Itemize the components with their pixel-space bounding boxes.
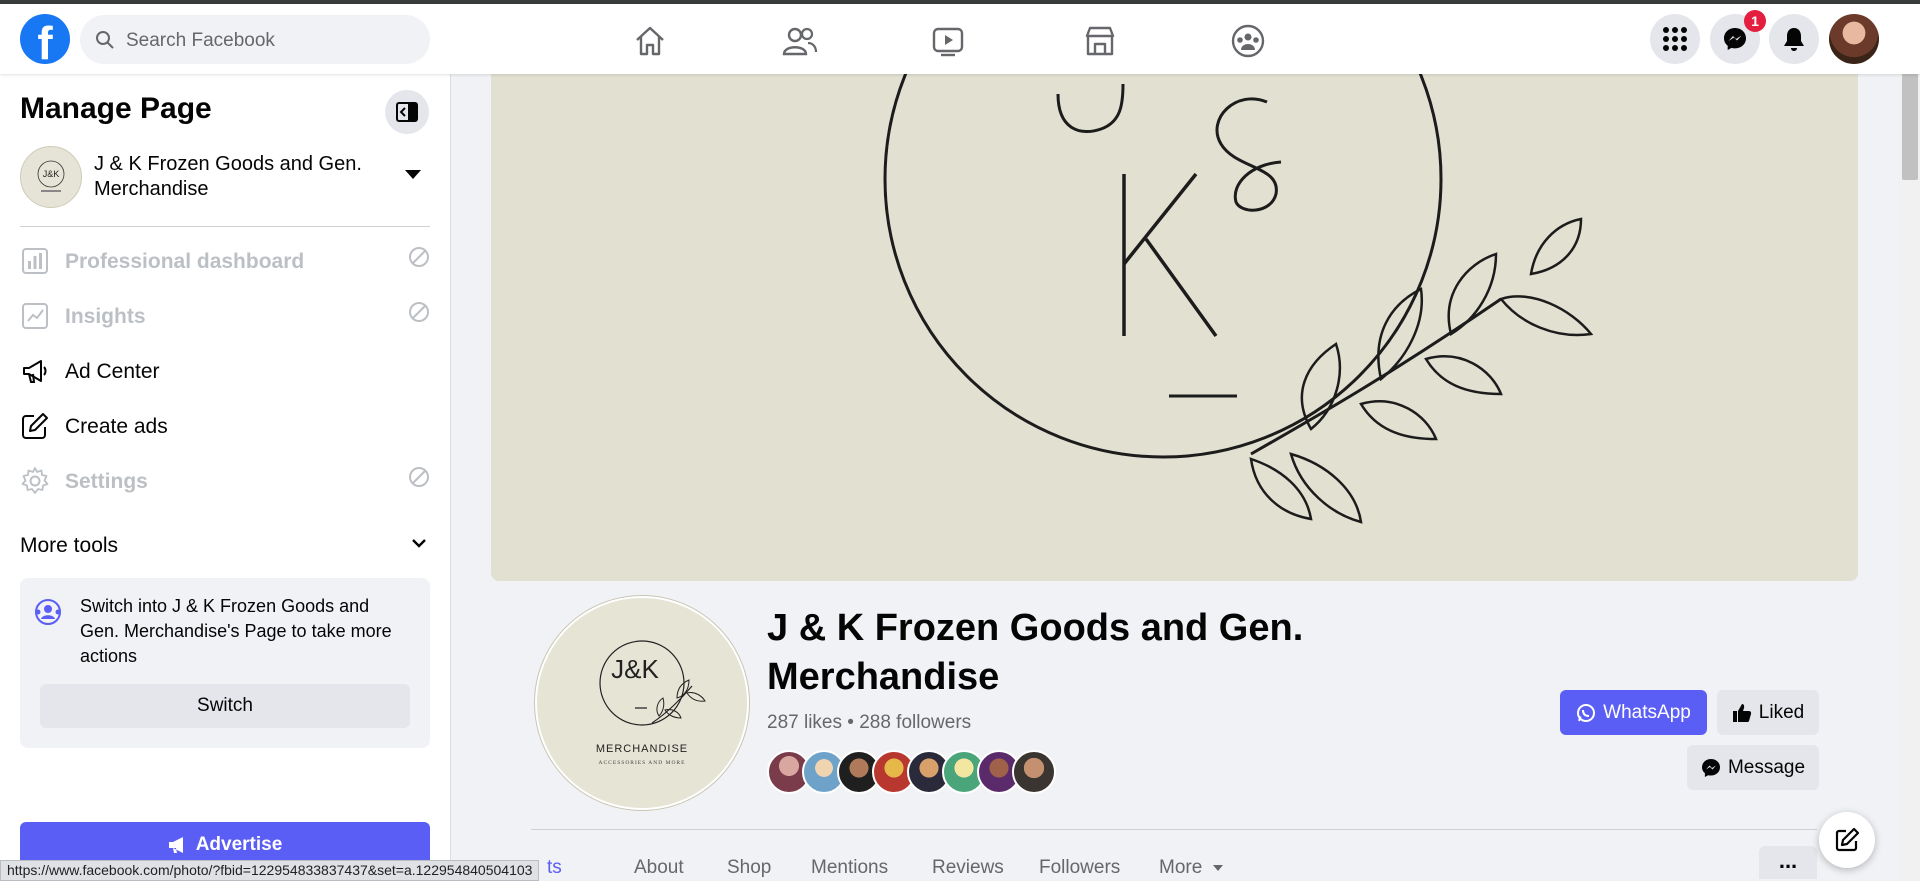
- nav-groups[interactable]: [1208, 16, 1288, 66]
- facebook-logo[interactable]: f: [20, 14, 70, 64]
- unavailable-icon: [409, 247, 429, 267]
- cover-photo[interactable]: [491, 74, 1858, 581]
- marketplace-icon: [1085, 26, 1115, 56]
- groups-icon: [1231, 24, 1265, 58]
- sidebar-item-label: Insights: [65, 305, 146, 328]
- account-avatar[interactable]: [1829, 14, 1879, 64]
- logo-letters: J&K: [611, 654, 659, 684]
- sidebar-collapse-icon: [396, 102, 418, 122]
- sidebar-item-create-ads[interactable]: Create ads: [20, 401, 434, 451]
- page-name: J & K Frozen Goods and Gen. Merchandise: [94, 153, 362, 200]
- more-options-button[interactable]: ...: [1759, 846, 1817, 879]
- switch-profile-icon: [35, 599, 61, 625]
- link-status-bar: https://www.facebook.com/photo/?fbid=122…: [0, 860, 540, 881]
- messenger-icon: [1701, 758, 1720, 777]
- liked-label: Liked: [1758, 701, 1805, 723]
- chevron-down-icon: [412, 539, 426, 548]
- unavailable-icon: [409, 302, 429, 322]
- switch-button[interactable]: Switch: [40, 684, 410, 728]
- watch-icon: [932, 27, 964, 57]
- collapse-sidebar-button[interactable]: [385, 90, 429, 134]
- tab-followers[interactable]: Followers: [1039, 857, 1120, 879]
- whatsapp-label: WhatsApp: [1603, 701, 1691, 723]
- edit-icon: [22, 413, 48, 439]
- cover-logo-graphic: [883, 74, 1594, 524]
- sidebar-item-ad-center[interactable]: Ad Center: [20, 346, 434, 396]
- sidebar-item-label: Ad Center: [65, 360, 160, 383]
- sidebar-item-label: Professional dashboard: [65, 250, 305, 273]
- sidebar-item-label: Settings: [65, 470, 148, 493]
- page-title: J & K Frozen Goods and Gen. Merchandise: [767, 607, 1304, 698]
- switch-profile-card: Switch into J & K Frozen Goods and Gen. …: [20, 578, 430, 748]
- dashboard-icon: [22, 248, 48, 274]
- home-icon: [636, 26, 664, 56]
- dropdown-caret-icon: [405, 170, 421, 179]
- messenger-button[interactable]: 1: [1710, 10, 1766, 64]
- tab-posts[interactable]: ts: [547, 857, 562, 879]
- nav-marketplace[interactable]: [1060, 16, 1140, 66]
- messenger-icon: [1724, 28, 1746, 50]
- bell-icon: [1784, 28, 1804, 51]
- likes-followers-count[interactable]: 287 likes • 288 followers: [767, 712, 971, 734]
- nav-watch[interactable]: [908, 16, 988, 66]
- friends-icon: [782, 27, 818, 56]
- avatar[interactable]: [1012, 750, 1056, 794]
- compose-icon: [1835, 827, 1860, 852]
- page-avatar: J&K: [20, 146, 82, 208]
- liked-button[interactable]: Liked: [1717, 690, 1819, 735]
- manage-page-sidebar: Manage Page J&K J & K Frozen Goods and G…: [0, 74, 451, 879]
- message-button[interactable]: Message: [1687, 745, 1819, 790]
- sidebar-item-label: Create ads: [65, 415, 168, 438]
- profile-logo-graphic: J&K MERCHANDISE ACCESSORIES AND MORE: [596, 640, 706, 766]
- megaphone-icon: [23, 360, 47, 383]
- nav-friends[interactable]: [760, 16, 840, 66]
- megaphone-icon: [168, 837, 183, 853]
- profile-picture[interactable]: J&K MERCHANDISE ACCESSORIES AND MORE: [535, 596, 749, 810]
- unavailable-icon: [409, 467, 429, 487]
- message-label: Message: [1727, 756, 1806, 778]
- sidebar-item-insights[interactable]: Insights: [20, 291, 434, 341]
- sidebar-item-professional-dashboard[interactable]: Professional dashboard: [20, 236, 434, 286]
- sidebar-title: Manage Page: [20, 92, 212, 125]
- search-box[interactable]: [80, 15, 430, 66]
- tab-more[interactable]: More: [1159, 857, 1224, 879]
- tabs-divider: [531, 829, 1817, 830]
- notification-badge: 1: [1744, 10, 1766, 32]
- logo-caption: MERCHANDISE: [596, 743, 688, 755]
- grid-menu-icon: [1663, 27, 1687, 51]
- search-icon: [96, 31, 114, 49]
- divider: [20, 226, 430, 227]
- insights-icon: [22, 303, 48, 329]
- more-tools-label: More tools: [20, 534, 119, 557]
- caret-down-icon: [1212, 865, 1223, 871]
- whatsapp-icon: [1577, 703, 1596, 722]
- top-navbar: f Search Facebook 1: [0, 4, 1920, 74]
- thumbs-up-icon: [1732, 703, 1751, 722]
- switch-description: Switch into J & K Frozen Goods and Gen. …: [80, 596, 392, 666]
- nav-home[interactable]: [610, 16, 690, 66]
- advertise-label: Advertise: [195, 834, 283, 855]
- whatsapp-button[interactable]: WhatsApp: [1560, 690, 1707, 735]
- menu-button[interactable]: [1650, 14, 1700, 64]
- more-tools-toggle[interactable]: More tools: [20, 530, 430, 560]
- tab-more-label: More: [1159, 857, 1203, 878]
- sidebar-item-settings[interactable]: Settings: [20, 456, 434, 506]
- gear-icon: [21, 467, 49, 494]
- tab-mentions[interactable]: Mentions: [811, 857, 888, 879]
- search-input[interactable]: [124, 15, 418, 66]
- tab-shop[interactable]: Shop: [727, 857, 771, 879]
- page-main: J&K MERCHANDISE ACCESSORIES AND MORE J &…: [451, 74, 1900, 879]
- tab-reviews[interactable]: Reviews: [932, 857, 1004, 879]
- svg-text:J&K: J&K: [43, 169, 60, 179]
- new-message-button[interactable]: [1819, 812, 1875, 868]
- logo-subcaption: ACCESSORIES AND MORE: [599, 760, 686, 766]
- page-selector[interactable]: J&K J & K Frozen Goods and Gen. Merchand…: [20, 146, 430, 216]
- tab-about[interactable]: About: [634, 857, 684, 879]
- notifications-button[interactable]: [1769, 14, 1819, 64]
